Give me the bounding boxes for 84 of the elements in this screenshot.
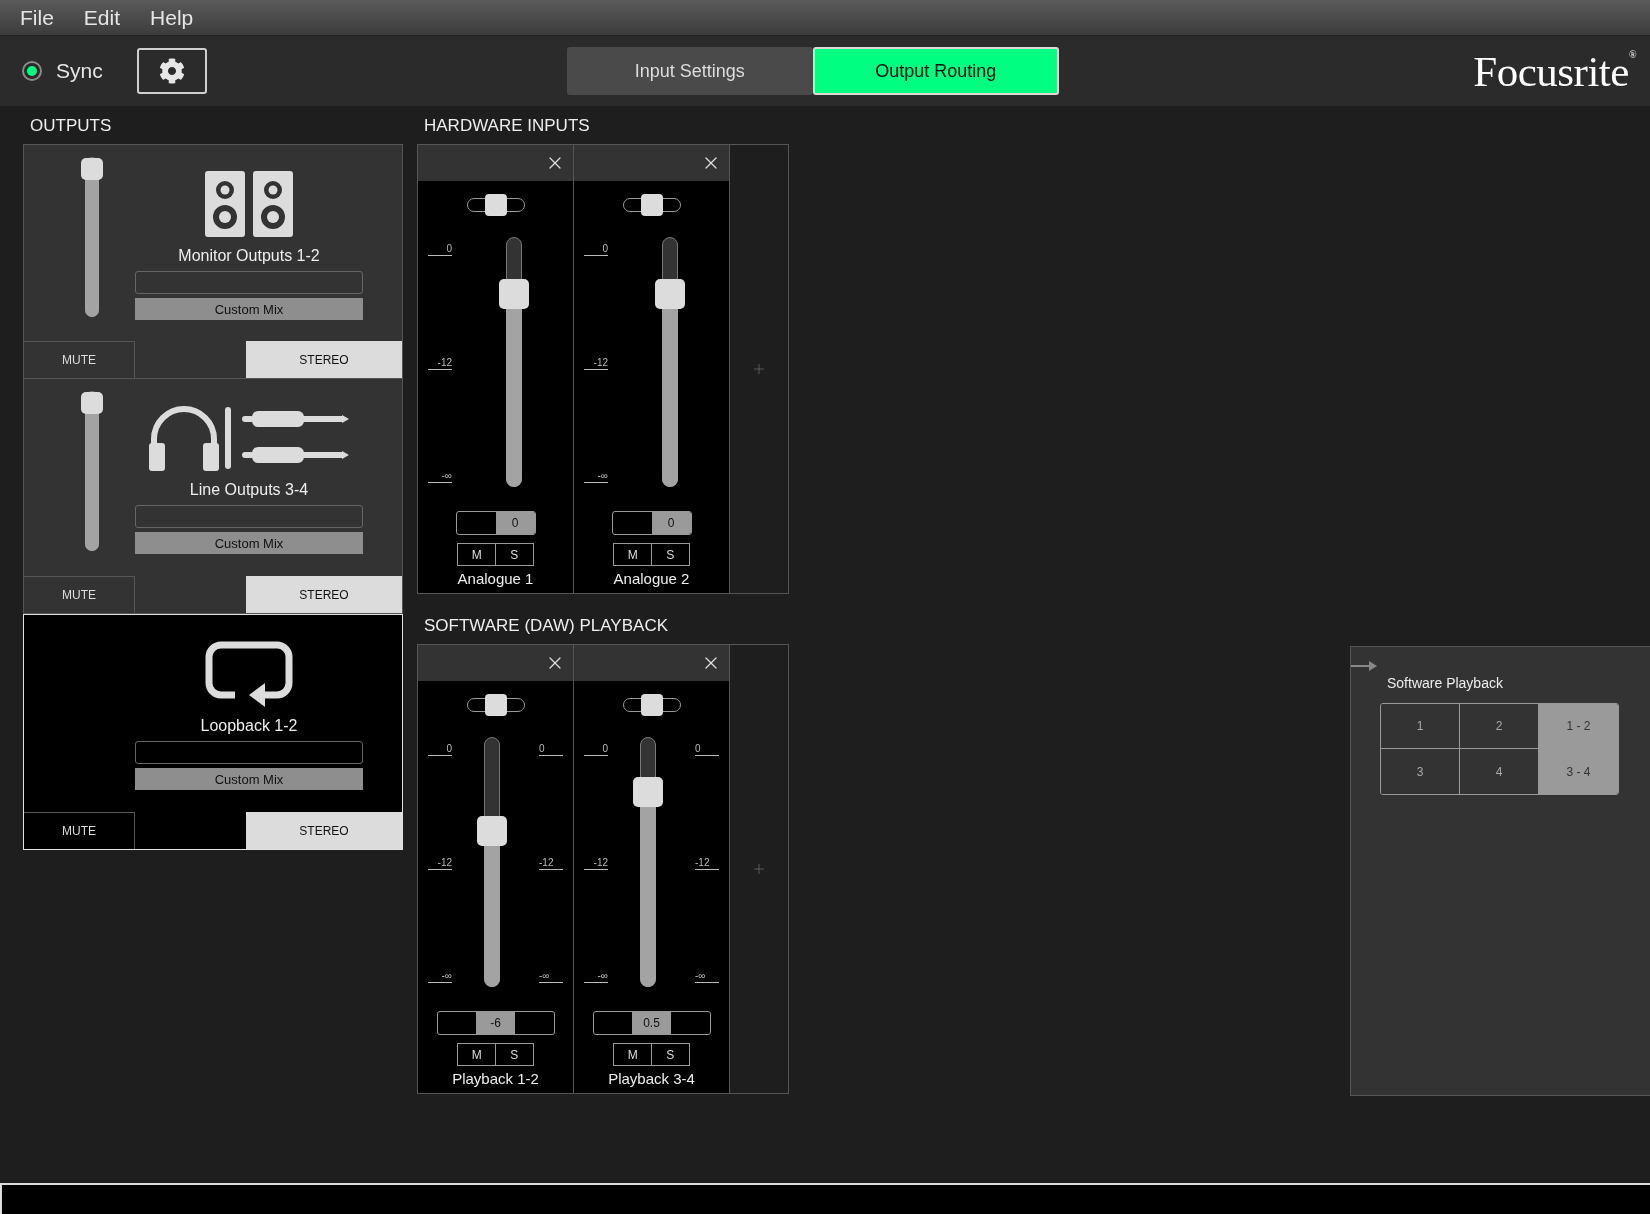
channel-fader[interactable] xyxy=(655,237,685,487)
name-field[interactable] xyxy=(135,271,363,294)
scale-label: -12 xyxy=(539,856,563,870)
scale-label: -12 xyxy=(584,856,608,870)
output-card[interactable]: Loopback 1-2 Custom Mix MUTE STEREO xyxy=(23,614,403,850)
channel-name: Playback 3-4 xyxy=(607,1070,696,1087)
output-card[interactable]: Monitor Outputs 1-2 Custom Mix MUTE STEREO xyxy=(23,144,403,379)
mix-selector[interactable]: Custom Mix xyxy=(135,532,363,554)
scale-label: 0 xyxy=(584,743,608,756)
sync-indicator xyxy=(22,61,42,81)
gain-value: 0.5 xyxy=(632,1012,671,1034)
menu-item[interactable]: File xyxy=(8,5,72,30)
channel-name: Analogue 2 xyxy=(612,570,691,587)
section-title: OUTPUTS xyxy=(29,116,113,137)
routing-option[interactable]: 2 xyxy=(1460,704,1539,749)
gain-value: 0 xyxy=(495,512,535,534)
scale-label: -∞ xyxy=(539,970,563,983)
stereo-button[interactable]: STEREO xyxy=(246,812,402,849)
scale-label: -12 xyxy=(695,856,719,870)
mute-button[interactable]: M xyxy=(457,543,497,566)
routing-option[interactable]: 3 - 4 xyxy=(1539,749,1618,794)
section-title: SOFTWARE (DAW) PLAYBACK xyxy=(423,616,669,637)
volume-fader[interactable] xyxy=(81,391,103,551)
scale-label: 0 xyxy=(428,743,452,756)
stereo-button[interactable]: STEREO xyxy=(246,576,402,613)
channel-fader[interactable] xyxy=(499,237,529,487)
scale-label: 0 xyxy=(584,243,608,256)
solo-button[interactable]: S xyxy=(650,543,690,566)
mute-button[interactable]: M xyxy=(613,1043,653,1066)
logo: Focusrite$^{®}$ xyxy=(1473,46,1636,96)
routing-option[interactable]: 1 xyxy=(1381,704,1460,749)
tab[interactable]: Input Settings xyxy=(566,47,813,95)
mute-button[interactable]: M xyxy=(457,1043,497,1066)
scale-label: -∞ xyxy=(695,970,719,983)
gain-readout[interactable]: 0 xyxy=(611,511,692,535)
scale-label: -∞ xyxy=(584,470,608,483)
settings-button[interactable] xyxy=(136,48,207,94)
channel-fader[interactable] xyxy=(633,737,663,987)
section-title: HARDWARE INPUTS xyxy=(423,116,591,137)
gain-readout[interactable]: 0.5 xyxy=(592,1011,711,1035)
scale-label: -∞ xyxy=(428,470,452,483)
channel-fader[interactable] xyxy=(477,737,507,987)
gear-icon xyxy=(158,58,185,84)
channel-name: Analogue 1 xyxy=(456,570,535,587)
channel-name: Playback 1-2 xyxy=(451,1070,540,1087)
menu-item[interactable]: Edit xyxy=(71,5,139,30)
solo-button[interactable]: S xyxy=(494,1043,534,1066)
solo-button[interactable]: S xyxy=(494,543,534,566)
output-name: Line Outputs 3-4 xyxy=(189,481,309,499)
routing-option[interactable]: 3 xyxy=(1381,749,1460,794)
menu-item[interactable]: Help xyxy=(138,5,212,30)
name-field[interactable] xyxy=(135,741,363,764)
scale-label: -∞ xyxy=(428,970,452,983)
scale-label: -∞ xyxy=(584,970,608,983)
scale-label: -12 xyxy=(428,856,452,870)
speakers-icon xyxy=(205,171,293,237)
gain-value: 0 xyxy=(651,512,691,534)
name-field[interactable] xyxy=(135,505,363,528)
mute-button[interactable]: MUTE xyxy=(24,341,135,378)
sync-label: Sync xyxy=(56,59,103,83)
mute-button[interactable]: MUTE xyxy=(24,576,135,613)
mute-button[interactable]: M xyxy=(613,543,653,566)
scale-label: -12 xyxy=(428,356,452,370)
loop-arrow-icon xyxy=(205,641,293,707)
arrow-icon xyxy=(1351,661,1377,671)
panel-title: Software Playback xyxy=(1387,675,1504,691)
scale-label: 0 xyxy=(539,743,563,756)
gain-readout[interactable]: 0 xyxy=(455,511,536,535)
gain-readout[interactable]: -6 xyxy=(436,1011,555,1035)
output-card[interactable]: Line Outputs 3-4 Custom Mix MUTE STEREO xyxy=(23,379,403,614)
mute-button[interactable]: MUTE xyxy=(24,812,135,849)
mix-selector[interactable]: Custom Mix xyxy=(135,298,363,320)
stereo-button[interactable]: STEREO xyxy=(246,341,402,378)
scale-label: -12 xyxy=(584,356,608,370)
output-name: Loopback 1-2 xyxy=(200,717,298,735)
scale-label: 0 xyxy=(695,743,719,756)
scale-label: 0 xyxy=(428,243,452,256)
mix-selector[interactable]: Custom Mix xyxy=(135,768,363,790)
gain-value: -6 xyxy=(476,1012,515,1034)
volume-fader[interactable] xyxy=(81,157,103,317)
solo-button[interactable]: S xyxy=(650,1043,690,1066)
routing-option[interactable]: 1 - 2 xyxy=(1539,704,1618,749)
output-name: Monitor Outputs 1-2 xyxy=(178,247,320,265)
tab[interactable]: Output Routing xyxy=(812,47,1059,95)
